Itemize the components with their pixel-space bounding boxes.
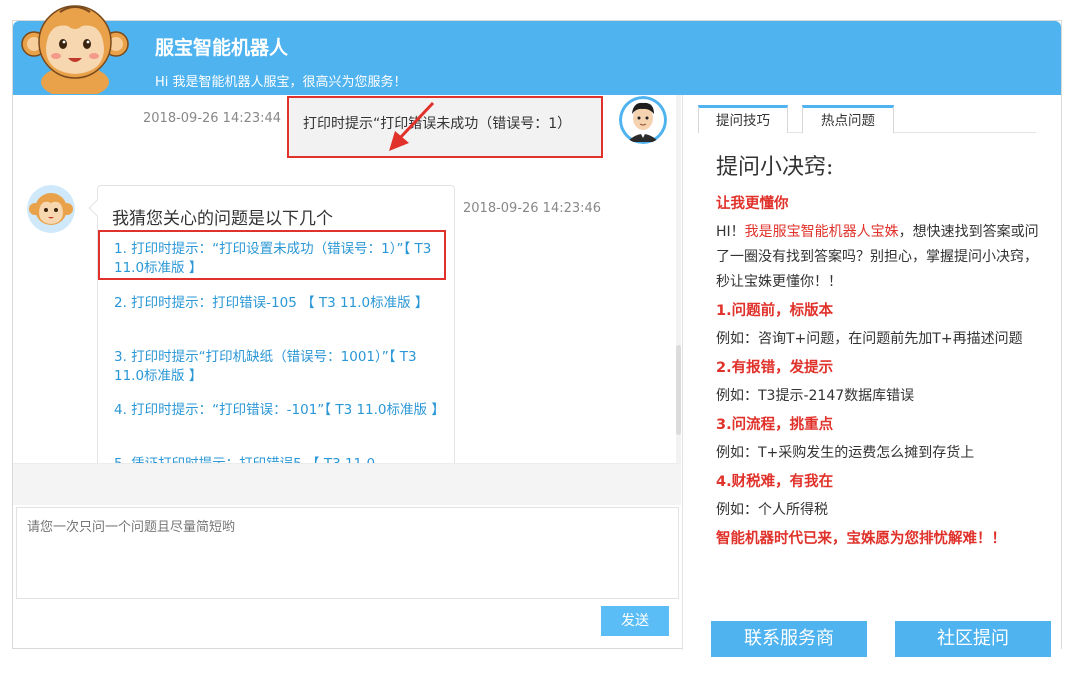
tips-rule: 1.问题前，标版本 xyxy=(716,303,834,319)
input-toolbar xyxy=(13,463,681,505)
monkey-mascot-logo xyxy=(20,2,130,98)
send-button[interactable]: 发送 xyxy=(601,606,669,636)
bot-message-bubble: 我猜您关心的问题是以下几个 1. 打印时提示：“打印设置未成功（错误号：1）”【… xyxy=(88,185,455,463)
user-message-timestamp: 2018-09-26 14:23:44 xyxy=(143,111,282,126)
tips-example: 例如：T+采购发生的运费怎么摊到存货上 xyxy=(716,445,975,461)
chat-scrollbar[interactable] xyxy=(676,95,681,463)
tips-rule: 2.有报错，发提示 xyxy=(716,360,834,376)
tips-example: 例如：T3提示-2147数据库错误 xyxy=(716,388,915,404)
tips-example: 例如：个人所得税 xyxy=(716,502,828,518)
tips-title: 提问小决窍: xyxy=(716,155,834,180)
tips-intro-prefix: HI！ xyxy=(716,224,745,240)
tips-content[interactable]: 提问小决窍: 让我更懂你 HI！我是服宝智能机器人宝姝，想快速找到答案或问了一圈… xyxy=(716,149,1046,597)
suggestion-link[interactable]: 1. 打印时提示：“打印设置未成功（错误号：1）”【 T3 11.0标准版 】 xyxy=(114,240,444,278)
bot-avatar xyxy=(27,185,75,233)
bot-intro-text: 我猜您关心的问题是以下几个 xyxy=(112,209,333,229)
tips-heading: 让我更懂你 xyxy=(716,196,789,212)
bubble-caret xyxy=(88,199,106,217)
tips-example: 例如：咨询T+问题，在问题前先加T+再描述问题 xyxy=(716,331,1023,347)
bot-message-timestamp: 2018-09-26 14:23:46 xyxy=(463,201,602,216)
annotation-arrow-icon xyxy=(383,99,463,159)
suggestion-link[interactable]: 5. 凭证打印时提示：打印错误5 【 T3 11.0 xyxy=(114,455,444,463)
tab-question-tips[interactable]: 提问技巧 xyxy=(698,105,788,133)
suggestion-link[interactable]: 2. 打印时提示：打印错误-105 【 T3 11.0标准版 】 xyxy=(114,294,444,313)
tips-rule: 4.财税难，有我在 xyxy=(716,474,834,490)
header-title: 服宝智能机器人 xyxy=(155,37,289,59)
chat-scrollbar-thumb[interactable] xyxy=(676,345,681,435)
tab-hot-questions[interactable]: 热点问题 xyxy=(802,105,894,133)
suggestion-link[interactable]: 4. 打印时提示：“打印错误：-101”【 T3 11.0标准版 】 xyxy=(114,401,445,420)
tips-rule: 3.问流程，挑重点 xyxy=(716,417,834,433)
message-input[interactable] xyxy=(16,507,679,599)
tips-intro-name: 我是服宝智能机器人宝姝 xyxy=(744,224,899,240)
community-question-button[interactable]: 社区提问 xyxy=(895,621,1051,657)
tips-intro: HI！我是服宝智能机器人宝姝，想快速找到答案或问了一圈没有找到答案吗？别担心，掌… xyxy=(716,220,1046,295)
tips-tabs: 提问技巧 热点问题 xyxy=(698,105,1036,133)
tips-panel: 提问技巧 热点问题 提问小决窍: 让我更懂你 HI！我是服宝智能机器人宝姝，想快… xyxy=(683,95,1061,657)
tips-closing: 智能机器时代已来，宝姝愿为您排忧解难！！ xyxy=(716,531,1006,547)
user-avatar xyxy=(619,96,667,144)
chat-message-area[interactable]: 2018-09-26 14:23:44 打印时提示“打印错误未成功（错误号：1） xyxy=(13,95,681,463)
chat-header: 服宝智能机器人 Hi 我是智能机器人服宝，很高兴为您服务！ xyxy=(13,21,1061,95)
header-subtitle: Hi 我是智能机器人服宝，很高兴为您服务！ xyxy=(155,75,407,90)
suggestion-link[interactable]: 3. 打印时提示“打印机缺纸（错误号：1001）”【 T3 11.0标准版 】 xyxy=(114,348,444,386)
chat-window: 服宝智能机器人 Hi 我是智能机器人服宝，很高兴为您服务！ 2018-09-26… xyxy=(12,20,1062,657)
contact-provider-button[interactable]: 联系服务商 xyxy=(711,621,867,657)
